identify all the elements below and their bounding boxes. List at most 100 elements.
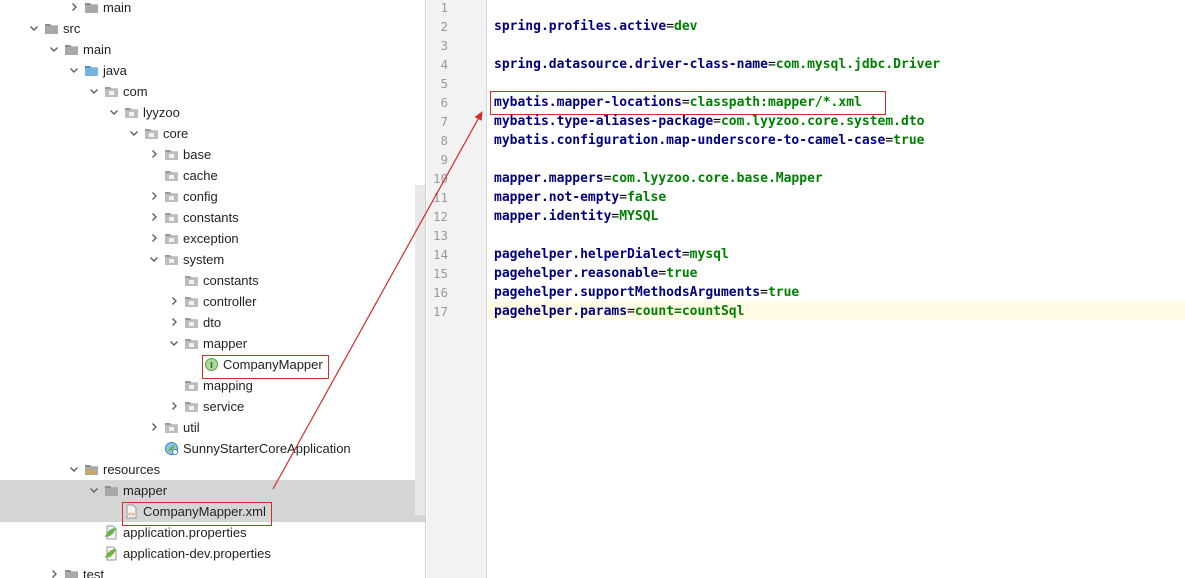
tree-item-exception[interactable]: exception <box>0 228 425 249</box>
chevron-right-icon[interactable] <box>168 316 180 328</box>
tree-item-mapper[interactable]: mapper <box>0 333 425 354</box>
chevron-right-icon[interactable] <box>148 190 160 202</box>
chevron-right-icon[interactable] <box>48 568 60 578</box>
chevron-down-icon[interactable] <box>68 64 80 76</box>
equals-sign: = <box>627 304 635 319</box>
chevron-down-icon[interactable] <box>108 106 120 118</box>
tree-item-core[interactable]: core <box>0 123 425 144</box>
chevron-right-icon[interactable] <box>148 211 160 223</box>
chevron-right-icon[interactable] <box>168 295 180 307</box>
tree-item-label: config <box>183 189 218 204</box>
source-folder-icon <box>84 63 99 78</box>
chevron-down-icon[interactable] <box>48 43 60 55</box>
tree-item-base[interactable]: base <box>0 144 425 165</box>
chevron-right-icon[interactable] <box>168 400 180 412</box>
chevron-down-icon[interactable] <box>148 253 160 265</box>
tree-item-test[interactable]: test <box>0 564 425 578</box>
tree-item-label: mapping <box>203 378 253 393</box>
tree-item-application-properties[interactable]: application.properties <box>0 522 425 543</box>
tree-item-constants[interactable]: constants <box>0 270 425 291</box>
chevron-right-icon[interactable] <box>148 232 160 244</box>
tree-item-label: main <box>103 0 132 15</box>
package-icon <box>184 273 199 288</box>
tree-item-constants[interactable]: constants <box>0 207 425 228</box>
tree-scrollbar[interactable] <box>415 185 425 515</box>
code-line[interactable]: pagehelper.helperDialect=mysql <box>494 245 729 264</box>
tree-item-controller[interactable]: controller <box>0 291 425 312</box>
chevron-right-icon[interactable] <box>148 421 160 433</box>
tree-item-mapping[interactable]: mapping <box>0 375 425 396</box>
line-number-gutter: 1 2 3 4 5 6 7 8 9 10 11 12 13 14 15 16 17 <box>427 0 487 578</box>
property-key: pagehelper.supportMethodsArguments <box>494 285 761 300</box>
package-icon <box>144 126 159 141</box>
line-number: 11 <box>432 190 448 205</box>
tree-item-lyyzoo[interactable]: lyyzoo <box>0 102 425 123</box>
tree-item-application-dev-properties[interactable]: application-dev.properties <box>0 543 425 564</box>
equals-sign: = <box>885 133 894 148</box>
code-line[interactable]: mapper.not-empty=false <box>494 188 666 207</box>
property-value: count=countSql <box>634 304 745 319</box>
chevron-down-icon[interactable] <box>28 22 40 34</box>
folder-icon <box>44 21 59 36</box>
chevron-down-icon[interactable] <box>168 337 180 349</box>
package-icon <box>124 105 139 120</box>
code-line[interactable]: mybatis.type-aliases-package=com.lyyzoo.… <box>494 112 924 131</box>
tree-item-src[interactable]: src <box>0 18 425 39</box>
tree-item-config[interactable]: config <box>0 186 425 207</box>
line-number: 17 <box>432 304 448 319</box>
tree-item-com[interactable]: com <box>0 81 425 102</box>
tree-item-label: application.properties <box>123 525 247 540</box>
package-icon <box>184 294 199 309</box>
code-line[interactable]: pagehelper.params=count=countSql <box>494 302 744 321</box>
tree-item-label: java <box>103 63 127 78</box>
code-line[interactable]: pagehelper.supportMethodsArguments=true <box>494 283 799 302</box>
chevron-down-icon[interactable] <box>88 85 100 97</box>
code-line[interactable]: mybatis.configuration.map-underscore-to-… <box>494 131 924 150</box>
code-line[interactable]: spring.datasource.driver-class-name=com.… <box>494 55 940 74</box>
equals-sign: = <box>619 190 628 205</box>
tree-item-sunnystartercoreapplication[interactable]: SunnyStarterCoreApplication <box>0 438 425 459</box>
tree-item-main[interactable]: main <box>0 39 425 60</box>
tree-item-label: controller <box>203 294 257 309</box>
line-number: 7 <box>440 114 448 129</box>
tree-item-label: SunnyStarterCoreApplication <box>183 441 351 456</box>
tree-item-dto[interactable]: dto <box>0 312 425 333</box>
property-key: spring.datasource.driver-class-name <box>494 57 768 72</box>
tree-item-util[interactable]: util <box>0 417 425 438</box>
code-editor[interactable]: spring.profiles.active=dev spring.datasou… <box>488 0 1185 578</box>
chevron-right-icon[interactable] <box>148 148 160 160</box>
property-value: true <box>767 285 800 300</box>
chevron-down-icon[interactable] <box>128 127 140 139</box>
tree-item-label: mapper <box>203 336 248 351</box>
package-icon <box>184 336 199 351</box>
tree-item-java[interactable]: java <box>0 60 425 81</box>
property-value: true <box>666 266 698 281</box>
property-value: true <box>893 133 925 148</box>
chevron-down-icon[interactable] <box>88 484 100 496</box>
property-value: com.lyyzoo.core.system.dto <box>720 114 925 129</box>
tree-item-service[interactable]: service <box>0 396 425 417</box>
tree-item-label: constants <box>203 273 259 288</box>
project-tree[interactable]: main src main java com lyyzoo core base cache con… <box>0 0 426 578</box>
package-icon <box>184 399 199 414</box>
package-icon <box>184 378 199 393</box>
tree-item-cache[interactable]: cache <box>0 165 425 186</box>
code-line[interactable]: spring.profiles.active=dev <box>494 17 698 36</box>
property-key: mybatis.configuration.map-underscore-to-… <box>494 133 886 148</box>
line-number: 3 <box>440 38 448 53</box>
spring-properties-icon <box>104 546 119 561</box>
tree-item-mapper[interactable]: mapper <box>0 480 425 501</box>
code-line[interactable]: mapper.identity=MYSQL <box>494 207 658 226</box>
code-line[interactable]: mapper.mappers=com.lyyzoo.core.base.Mapp… <box>494 169 823 188</box>
package-icon <box>164 168 179 183</box>
code-line[interactable]: pagehelper.reasonable=true <box>494 264 698 283</box>
property-value: dev <box>674 19 698 34</box>
chevron-down-icon[interactable] <box>68 463 80 475</box>
line-number: 13 <box>432 228 448 243</box>
tree-item-main[interactable]: main <box>0 0 425 18</box>
folder-icon <box>64 42 79 57</box>
tree-item-resources[interactable]: resources <box>0 459 425 480</box>
tree-item-system[interactable]: system <box>0 249 425 270</box>
chevron-right-icon[interactable] <box>68 1 80 13</box>
line-number: 6 <box>440 95 448 110</box>
